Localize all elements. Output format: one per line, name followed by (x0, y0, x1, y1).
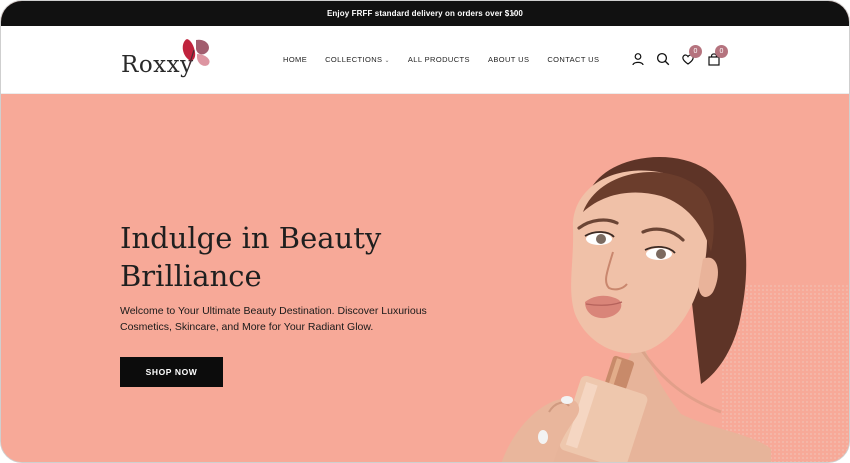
hero-headline-line-2: Brilliance (120, 259, 262, 293)
chevron-down-icon: ⌄ (384, 58, 390, 64)
hero-section: Indulge in Beauty Brilliance Welcome to … (1, 94, 849, 462)
cart-button[interactable]: 0 (707, 45, 728, 68)
cart-count-badge: 0 (715, 45, 728, 58)
nav-home[interactable]: HOME (283, 55, 307, 64)
main-nav: HOME COLLECTIONS ⌄ ALL PRODUCTS ABOUT US … (283, 55, 617, 64)
page-frame: Enjoy FRFF standard delivery on orders o… (0, 0, 850, 463)
nav-collections[interactable]: COLLECTIONS ⌄ (325, 55, 390, 64)
wishlist-button[interactable]: 0 (681, 45, 702, 68)
hero-headline: Indulge in Beauty Brilliance (120, 219, 480, 295)
user-icon[interactable] (631, 52, 647, 68)
hero-subtext: Welcome to Your Ultimate Beauty Destinat… (120, 305, 427, 333)
nav-collections-label: COLLECTIONS (325, 55, 383, 64)
brand-logo[interactable]: Roxxy (119, 36, 219, 84)
announcement-text: Enjoy FRFF standard delivery on orders o… (327, 9, 523, 18)
nav-contact-us[interactable]: CONTACT US (547, 55, 599, 64)
wishlist-count-badge: 0 (689, 45, 702, 58)
site-header: Roxxy HOME COLLECTIONS ⌄ ALL PRODUCTS ABO… (1, 26, 849, 94)
header-actions: 0 0 (631, 45, 741, 72)
butterfly-logo-icon (182, 39, 210, 67)
announcement-bar: Enjoy FRFF standard delivery on orders o… (1, 1, 849, 26)
hero-headline-line-1: Indulge in Beauty (120, 221, 382, 255)
search-icon[interactable] (656, 52, 672, 68)
close-icon[interactable] (508, 8, 519, 19)
nav-all-products[interactable]: ALL PRODUCTS (408, 55, 470, 64)
hero-model-image (501, 156, 771, 462)
shop-now-button[interactable]: SHOP NOW (120, 357, 223, 387)
nav-about-us[interactable]: ABOUT US (488, 55, 529, 64)
